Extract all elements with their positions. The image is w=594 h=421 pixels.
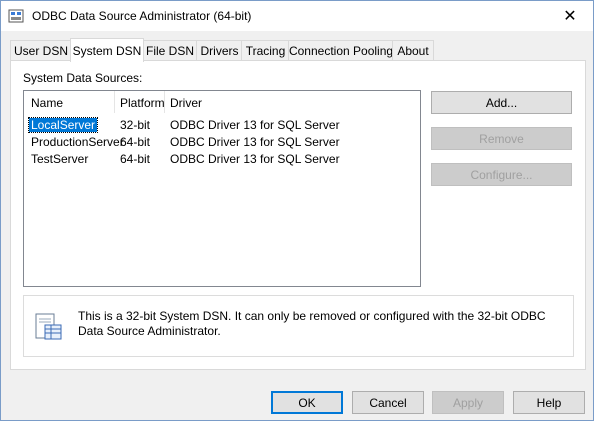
- tab-drivers[interactable]: Drivers: [196, 40, 243, 61]
- dsn-name: TestServer: [31, 152, 89, 166]
- odbc-app-icon: [8, 9, 24, 23]
- title-bar[interactable]: ODBC Data Source Administrator (64-bit) …: [1, 1, 593, 31]
- close-button[interactable]: ✕: [547, 1, 593, 31]
- add-button[interactable]: Add...: [431, 91, 572, 114]
- system-data-sources-label: System Data Sources:: [23, 71, 143, 85]
- list-item[interactable]: TestServer 64-bit ODBC Driver 13 for SQL…: [24, 151, 420, 168]
- column-separator[interactable]: [114, 91, 115, 113]
- tab-tracing[interactable]: Tracing: [241, 40, 290, 61]
- database-document-icon: [35, 313, 62, 340]
- odbc-admin-window: ODBC Data Source Administrator (64-bit) …: [0, 0, 594, 421]
- dsn-driver: ODBC Driver 13 for SQL Server: [170, 152, 340, 166]
- close-icon: ✕: [563, 8, 577, 25]
- tab-file-dsn[interactable]: File DSN: [142, 40, 198, 61]
- apply-button[interactable]: Apply: [432, 391, 504, 414]
- cancel-button[interactable]: Cancel: [352, 391, 424, 414]
- dsn-name: LocalServer: [27, 117, 99, 133]
- system-data-sources-list[interactable]: Name Platform Driver LocalServer 32-bit …: [23, 90, 421, 287]
- dsn-driver: ODBC Driver 13 for SQL Server: [170, 135, 340, 149]
- list-item[interactable]: ProductionServer 64-bit ODBC Driver 13 f…: [24, 134, 420, 151]
- tab-system-dsn[interactable]: System DSN: [70, 38, 144, 62]
- tab-connection-pooling[interactable]: Connection Pooling: [288, 40, 394, 61]
- dsn-driver: ODBC Driver 13 for SQL Server: [170, 118, 340, 132]
- list-item[interactable]: LocalServer 32-bit ODBC Driver 13 for SQ…: [24, 117, 420, 134]
- configure-button[interactable]: Configure...: [431, 163, 572, 186]
- dsn-platform: 32-bit: [120, 118, 151, 132]
- column-header-platform[interactable]: Platform: [120, 96, 165, 110]
- dsn-name: ProductionServer: [31, 135, 124, 149]
- remove-button[interactable]: Remove: [431, 127, 572, 150]
- column-header-name[interactable]: Name: [31, 96, 63, 110]
- tab-user-dsn[interactable]: User DSN: [10, 40, 72, 61]
- tab-about[interactable]: About: [392, 40, 434, 61]
- dsn-platform: 64-bit: [120, 152, 151, 166]
- info-box: This is a 32-bit System DSN. It can only…: [23, 295, 574, 357]
- info-message: This is a 32-bit System DSN. It can only…: [78, 309, 546, 338]
- help-button[interactable]: Help: [513, 391, 585, 414]
- dsn-platform: 64-bit: [120, 135, 151, 149]
- column-header-driver[interactable]: Driver: [170, 96, 202, 110]
- column-separator[interactable]: [164, 91, 165, 113]
- window-title: ODBC Data Source Administrator (64-bit): [32, 9, 252, 23]
- ok-button[interactable]: OK: [271, 391, 343, 414]
